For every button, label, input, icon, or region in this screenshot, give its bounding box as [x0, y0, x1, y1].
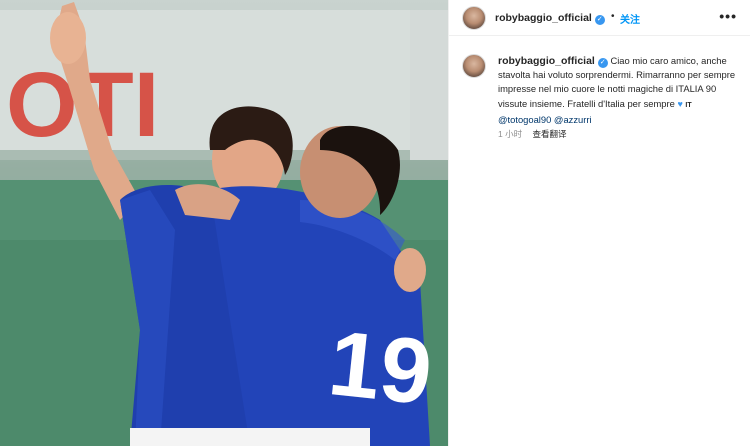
post-time: 1 小时 [498, 129, 523, 139]
caption-username[interactable]: robybaggio_official ✓ [498, 55, 608, 68]
italy-flag-icon: IT [685, 101, 692, 109]
photo-illustration: OTI 19 [0, 2, 448, 446]
caption-avatar[interactable] [462, 54, 486, 78]
more-options-icon[interactable]: ••• [719, 8, 737, 24]
caption-text: robybaggio_official ✓ Ciao mio caro amico… [498, 54, 738, 127]
raised-hand [50, 12, 86, 64]
post-sidebar: robybaggio_official ✓ • 关注 ••• robybaggio… [448, 0, 750, 446]
see-translation-button[interactable]: 查看翻译 [532, 129, 566, 139]
caption-username-text[interactable]: robybaggio_official [498, 55, 595, 67]
follow-button[interactable]: 关注 [620, 11, 640, 26]
verified-badge-icon: ✓ [597, 58, 608, 68]
avatar[interactable] [462, 6, 486, 30]
banner-edge [410, 10, 448, 160]
jersey-number: 19 [324, 312, 436, 424]
verified-badge-icon: ✓ [594, 15, 605, 25]
blue-heart-icon: ♥ [677, 98, 683, 109]
separator-dot: • [611, 11, 615, 22]
hand-on-shoulder [394, 248, 426, 292]
header-username[interactable]: robybaggio_official ✓ [495, 12, 605, 25]
shorts [130, 428, 370, 446]
mention-azzurri[interactable]: @azzurri [554, 114, 592, 125]
username-text[interactable]: robybaggio_official [495, 12, 592, 24]
caption-meta: 1 小时 查看翻译 [498, 128, 566, 140]
mention-totogoal90[interactable]: @totogoal90 [498, 114, 551, 125]
post-header: robybaggio_official ✓ • 关注 ••• [449, 0, 750, 36]
post-photo[interactable]: OTI 19 [0, 0, 448, 446]
